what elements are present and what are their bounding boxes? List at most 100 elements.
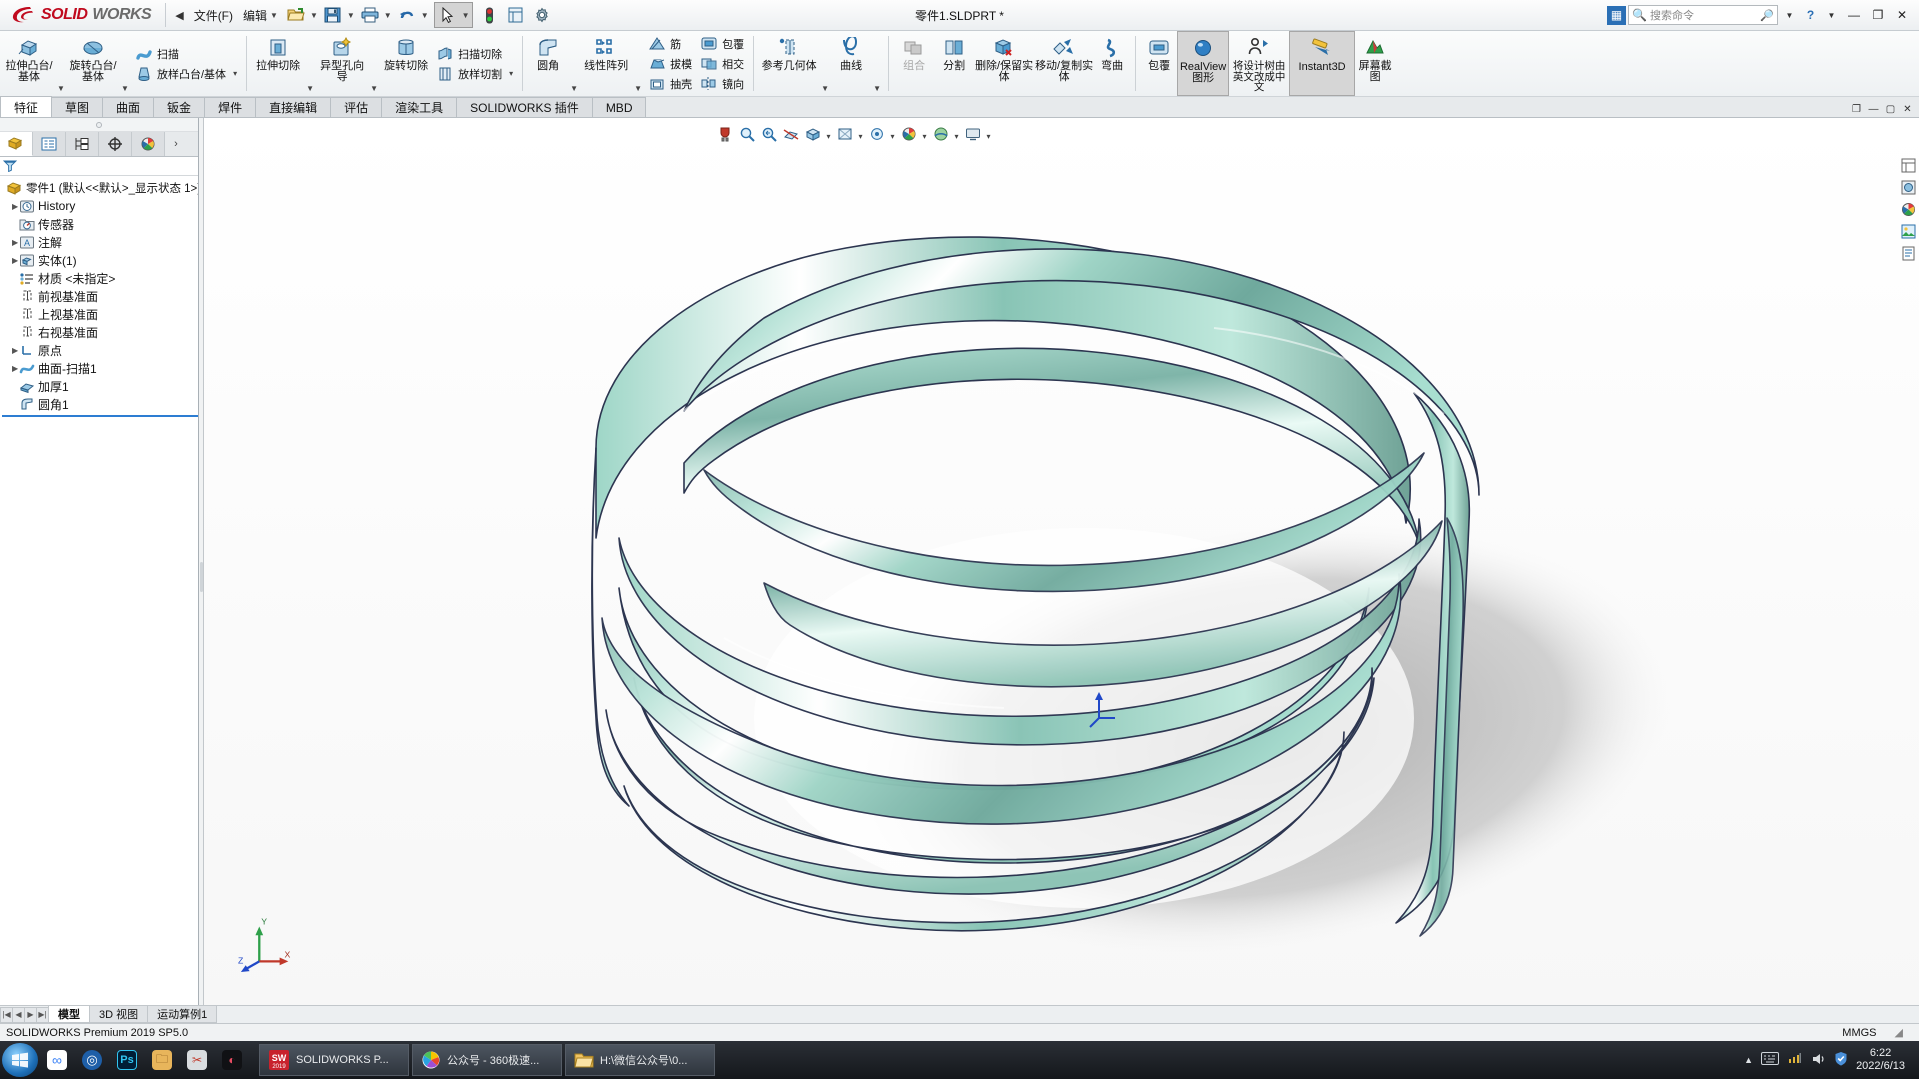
shell-button[interactable]: 抽壳 xyxy=(644,74,696,94)
instant3d-button[interactable]: Instant3D xyxy=(1289,31,1356,96)
units-indicator[interactable]: MMGS xyxy=(1842,1027,1876,1039)
swept-boss-base-button[interactable]: 扫描 xyxy=(131,44,241,64)
tree-rollback-bar[interactable] xyxy=(2,415,198,417)
tree-item-front-plane[interactable]: 前视基准面 xyxy=(2,287,198,305)
help-caret-icon[interactable]: ▼ xyxy=(1822,6,1841,25)
options-button[interactable] xyxy=(529,2,555,28)
tree-expand-arrow[interactable]: ▶ xyxy=(4,238,18,247)
wrap-big-button[interactable]: 包覆 xyxy=(1141,31,1177,96)
tree-expand-arrow[interactable]: ▶ xyxy=(4,202,18,211)
minimize-button[interactable]: — xyxy=(1843,5,1865,25)
taskbar-clock[interactable]: 6:22 2022/6/13 xyxy=(1856,1047,1911,1073)
apply-scene-caret[interactable]: ▾ xyxy=(952,124,961,145)
tree-item-annotations[interactable]: ▶ A 注解 xyxy=(2,233,198,251)
curves-dropdown[interactable]: ▼ xyxy=(871,31,883,96)
tree-item-fillet1[interactable]: 圆角1 xyxy=(2,395,198,413)
extruded-boss-dropdown[interactable]: ▼ xyxy=(55,31,67,96)
lofted-cut-button[interactable]: 放样切割 ▾ xyxy=(432,64,517,84)
doc-tab-model[interactable]: 模型 xyxy=(48,1006,90,1023)
hide-show-caret[interactable]: ▾ xyxy=(888,124,897,145)
taskbar-solidworks[interactable]: SW 2019 SOLIDWORKS P... xyxy=(259,1044,409,1076)
undo-button[interactable]: ▼ xyxy=(394,2,431,28)
zoom-to-fit-button[interactable] xyxy=(714,124,735,145)
doc-tab-3dviews[interactable]: 3D 视图 xyxy=(89,1006,149,1023)
display-style-caret[interactable]: ▾ xyxy=(856,124,865,145)
delete-keep-body-button[interactable]: 删除/保留实体 xyxy=(974,31,1034,96)
graphics-area[interactable]: ▾ ▾ ▾ ▾ ▾ ▾ Y X Z xyxy=(204,118,1919,1005)
screen-capture-button[interactable]: 屏幕截图 xyxy=(1355,31,1395,96)
tab-mbd[interactable]: MBD xyxy=(591,97,647,117)
previous-view-button[interactable] xyxy=(758,124,779,145)
photoshop-icon[interactable]: Ps xyxy=(111,1044,143,1076)
hole-wizard-button[interactable]: 异型孔向导 xyxy=(316,31,368,96)
tree-item-sensors[interactable]: 传感器 xyxy=(2,215,198,233)
tab-sheetmetal[interactable]: 钣金 xyxy=(153,97,206,117)
browser-icon[interactable]: ◎ xyxy=(76,1044,108,1076)
decals-icon[interactable] xyxy=(1899,200,1917,218)
tree-expand-arrow[interactable]: ▶ xyxy=(4,346,18,355)
intersect-button[interactable]: 相交 xyxy=(696,54,748,74)
feature-manager-tab[interactable] xyxy=(0,132,33,156)
close-icon[interactable]: ✕ xyxy=(1900,102,1915,116)
dimxpert-manager-tab[interactable] xyxy=(99,132,132,156)
lofted-boss-base-button[interactable]: 放样凸台/基体 ▾ xyxy=(131,64,241,84)
tree-item-top-plane[interactable]: 上视基准面 xyxy=(2,305,198,323)
flex-button[interactable]: 弯曲 xyxy=(1094,31,1130,96)
display-button[interactable] xyxy=(503,2,529,28)
help-icon[interactable]: ? xyxy=(1801,6,1820,25)
print-button[interactable]: ▼ xyxy=(357,2,394,28)
extruded-cut-dropdown[interactable]: ▼ xyxy=(304,31,316,96)
revolved-boss-dropdown[interactable]: ▼ xyxy=(119,31,131,96)
tree-item-solid-bodies[interactable]: ▶ 实体(1) xyxy=(2,251,198,269)
tab-sketch[interactable]: 草图 xyxy=(51,97,104,117)
hole-wizard-dropdown[interactable]: ▼ xyxy=(368,31,380,96)
realview-graphics-button[interactable]: RealView 图形 xyxy=(1177,31,1230,96)
view-settings-button[interactable] xyxy=(962,124,983,145)
configuration-manager-tab[interactable] xyxy=(66,132,99,156)
tab-direct-edit[interactable]: 直接编辑 xyxy=(255,97,332,117)
close-button[interactable]: ✕ xyxy=(1891,5,1913,25)
wrap-button[interactable]: 包覆 xyxy=(696,34,748,54)
edit-appearance-button[interactable] xyxy=(898,124,919,145)
view-orientation-caret[interactable]: ▾ xyxy=(824,124,833,145)
appearances-icon[interactable] xyxy=(1899,178,1917,196)
property-manager-tab[interactable] xyxy=(33,132,66,156)
extruded-cut-button[interactable]: 拉伸切除 xyxy=(252,31,304,96)
rib-button[interactable]: 筋 xyxy=(644,34,696,54)
windows-start-icon[interactable] xyxy=(2,1043,38,1077)
linear-pattern-button[interactable]: 线性阵列 xyxy=(580,31,632,96)
display-style-button[interactable] xyxy=(834,124,855,145)
maximize-button[interactable]: ❐ xyxy=(1867,5,1889,25)
mirror-button[interactable]: 镜向 xyxy=(696,74,748,94)
doc-tab-motion-study[interactable]: 运动算例1 xyxy=(147,1006,218,1023)
reference-geometry-button[interactable]: 参考几何体 xyxy=(759,31,819,96)
taskbar-explorer[interactable]: H:\微信公众号\0... xyxy=(565,1044,715,1076)
panel-pin-handle[interactable] xyxy=(0,118,198,132)
view-settings-caret[interactable]: ▾ xyxy=(984,124,993,145)
status-resize-grip[interactable]: ◢ xyxy=(1895,1026,1903,1039)
menu-edit[interactable]: 编辑 ▼ xyxy=(238,2,283,28)
tree-item-thicken1[interactable]: 加厚1 xyxy=(2,377,198,395)
apply-scene-button[interactable] xyxy=(930,124,951,145)
tab-evaluate[interactable]: 评估 xyxy=(330,97,383,117)
search-input[interactable]: 🔍 搜索命令 🔎 xyxy=(1628,5,1778,25)
view-palette-icon[interactable] xyxy=(1899,156,1917,174)
custom-properties-icon[interactable] xyxy=(1899,244,1917,262)
tree-item-part[interactable]: 零件1 (默认<<默认>_显示状态 1>) xyxy=(2,179,198,197)
move-copy-body-button[interactable]: 移动/复制实体 xyxy=(1034,31,1094,96)
open-button[interactable]: ▼ xyxy=(283,2,320,28)
linear-pattern-dropdown[interactable]: ▼ xyxy=(632,31,644,96)
tree-item-material[interactable]: 材质 <未指定> xyxy=(2,269,198,287)
taskbar-browser[interactable]: 公众号 - 360极速... xyxy=(412,1044,562,1076)
tree-expand-arrow[interactable]: ▶ xyxy=(4,364,18,373)
baidu-netdisk-icon[interactable]: ∞ xyxy=(41,1044,73,1076)
menu-file[interactable]: 文件(F) xyxy=(189,2,238,28)
search-magnifier-icon[interactable]: 🔎 xyxy=(1760,9,1774,22)
tray-expand-icon[interactable]: ▲ xyxy=(1744,1055,1753,1065)
extruded-boss-base-button[interactable]: 拉伸凸台/基体 xyxy=(3,31,55,96)
select-button[interactable]: ▼ xyxy=(433,2,473,28)
rebuild-button[interactable] xyxy=(477,2,503,28)
fillet-dropdown[interactable]: ▼ xyxy=(568,31,580,96)
tab-features[interactable]: 特征 xyxy=(0,96,53,117)
display-manager-tab[interactable] xyxy=(132,132,165,156)
